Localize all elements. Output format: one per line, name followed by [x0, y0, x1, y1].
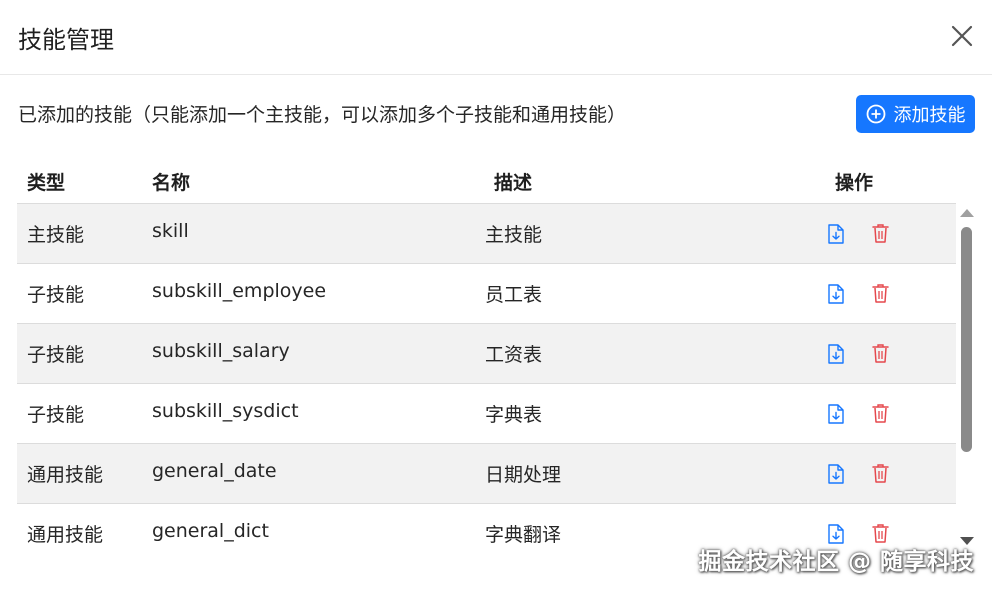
- file-download-icon[interactable]: [827, 524, 845, 544]
- cell-type: 通用技能: [27, 464, 104, 486]
- skill-management-dialog: 技能管理 已添加的技能（只能添加一个主技能，可以添加多个子技能和通用技能） 添加…: [0, 0, 992, 590]
- cell-name: subskill_sysdict: [152, 400, 299, 422]
- trash-icon[interactable]: [872, 343, 889, 363]
- table-row: 子技能 subskill_employee 员工表: [17, 264, 956, 324]
- cell-name: subskill_salary: [152, 340, 290, 362]
- table-row: 通用技能 general_date 日期处理: [17, 444, 956, 504]
- file-download-icon[interactable]: [827, 464, 845, 484]
- skills-table: 类型 名称 描述 操作 主技能 skill 主技能子技能 subskill_emplo…: [17, 150, 975, 546]
- table-scrollbar[interactable]: [958, 207, 975, 547]
- cell-type: 主技能: [27, 224, 85, 246]
- table-row: 子技能 subskill_salary 工资表: [17, 324, 956, 384]
- cell-type: 子技能: [27, 344, 85, 366]
- watermark: 掘金技术社区 @ 随享科技: [698, 549, 974, 575]
- cell-type: 子技能: [27, 404, 85, 426]
- cell-name: skill: [152, 220, 189, 242]
- cell-description: 字典表: [485, 404, 543, 426]
- cell-name: general_date: [152, 460, 277, 482]
- trash-icon[interactable]: [872, 463, 889, 483]
- trash-icon[interactable]: [872, 223, 889, 243]
- cell-description: 工资表: [485, 344, 543, 366]
- file-download-icon[interactable]: [827, 224, 845, 244]
- column-header-name: 名称: [152, 172, 191, 194]
- cell-type: 通用技能: [27, 524, 104, 546]
- cell-description: 字典翻译: [485, 524, 562, 546]
- file-download-icon[interactable]: [827, 404, 845, 424]
- dialog-title: 技能管理: [18, 26, 114, 54]
- skills-description: 已添加的技能（只能添加一个主技能，可以添加多个子技能和通用技能）: [18, 104, 627, 126]
- table-row: 子技能 subskill_sysdict 字典表: [17, 384, 956, 444]
- file-download-icon[interactable]: [827, 284, 845, 304]
- trash-icon[interactable]: [872, 523, 889, 543]
- table-row: 主技能 skill 主技能: [17, 204, 956, 264]
- plus-circle-icon: [866, 104, 885, 124]
- table-header: 类型 名称 描述 操作: [17, 150, 975, 203]
- column-header-actions: 操作: [835, 172, 874, 194]
- trash-icon[interactable]: [872, 403, 889, 423]
- column-header-type: 类型: [27, 172, 66, 194]
- column-header-description: 描述: [494, 172, 533, 194]
- dialog-header: 技能管理: [0, 0, 992, 75]
- add-skill-button[interactable]: 添加技能: [856, 95, 975, 133]
- file-download-icon[interactable]: [827, 344, 845, 364]
- scroll-up-arrow[interactable]: [960, 209, 974, 217]
- cell-description: 员工表: [485, 284, 543, 306]
- table-body: 主技能 skill 主技能 子技能 subskill_employee 员工表 子技能 sub…: [17, 203, 956, 554]
- cell-type: 子技能: [27, 284, 85, 306]
- trash-icon[interactable]: [872, 283, 889, 303]
- cell-description: 主技能: [485, 224, 543, 246]
- cell-description: 日期处理: [485, 464, 562, 486]
- cell-name: subskill_employee: [152, 280, 327, 302]
- cell-name: general_dict: [152, 520, 269, 542]
- close-icon[interactable]: [948, 22, 976, 50]
- add-skill-label: 添加技能: [893, 105, 966, 126]
- scroll-thumb[interactable]: [961, 227, 972, 452]
